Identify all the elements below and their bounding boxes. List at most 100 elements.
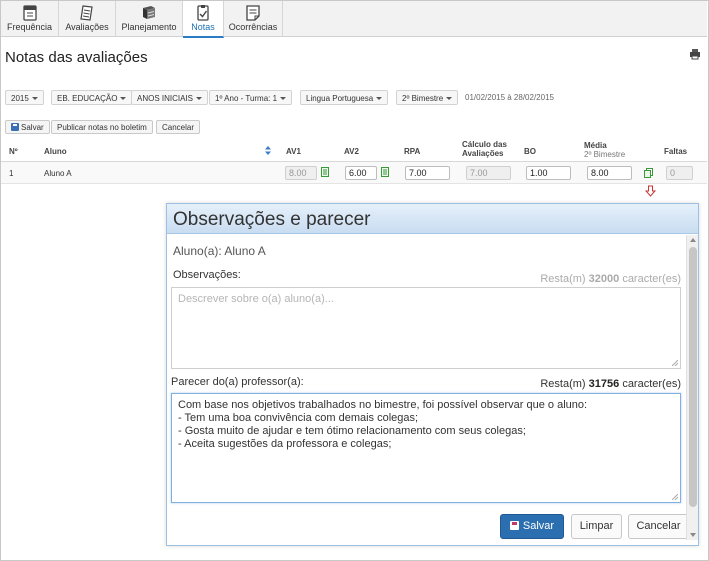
tab-label: Avaliações (65, 22, 109, 32)
subject-select[interactable]: Lingua Portuguesa (300, 90, 389, 105)
scroll-thumb[interactable] (689, 247, 697, 507)
save-button[interactable]: Salvar (5, 120, 50, 134)
notepad-icon (80, 5, 93, 21)
av1-input: 8.00 (285, 166, 317, 180)
student-info: Aluno(a): Aluno A (173, 244, 266, 258)
clipboard-check-icon (197, 5, 209, 21)
resize-grip-icon[interactable] (672, 494, 678, 500)
top-navigation: Frequência Avaliações Planejamento Notas… (1, 1, 707, 38)
tab-ocorrencias[interactable]: Ocorrências (224, 1, 283, 37)
observations-textarea[interactable]: Descrever sobre o(a) aluno(a)... (171, 287, 681, 369)
opinion-line: - Tem uma boa convivência com demais col… (178, 412, 419, 424)
header-calc-line1: Cálculo das (462, 140, 507, 149)
row-student: Aluno A (44, 169, 72, 178)
scroll-up-icon[interactable] (690, 238, 696, 242)
level-select[interactable]: ANOS INICIAIS (131, 90, 209, 105)
resize-grip-icon[interactable] (672, 360, 678, 366)
scroll-down-icon[interactable] (690, 533, 696, 537)
publish-label: Publicar notas no boletim (57, 123, 147, 132)
modal-cancel-button[interactable]: Cancelar (628, 514, 689, 539)
tab-label: Notas (191, 22, 215, 32)
modal-clear-label: Limpar (579, 520, 614, 532)
class-value: 1º Ano - Turma: 1 (215, 94, 278, 103)
modal-save-label: Salvar (522, 520, 555, 532)
sort-icon[interactable] (265, 146, 271, 155)
header-bo: BO (524, 147, 536, 156)
opinion-counter: Resta(m) 31756 caracter(es) (497, 378, 681, 390)
header-average-sub: 2º Bimestre (584, 150, 626, 159)
opinion-line: - Aceita sugestões da professora e coleg… (178, 438, 392, 450)
cancel-label: Cancelar (162, 123, 195, 132)
year-select[interactable]: 2015 (5, 90, 44, 105)
header-av1: AV1 (286, 147, 301, 156)
counter-value: 32000 (588, 273, 620, 285)
header-rpa: RPA (404, 147, 421, 156)
modal-title: Observações e parecer (173, 209, 371, 230)
row-num: 1 (9, 169, 14, 178)
counter-suffix: caracter(es) (622, 378, 681, 390)
class-select[interactable]: 1º Ano - Turma: 1 (209, 90, 293, 105)
modal-scrollbar[interactable] (686, 235, 698, 540)
counter-suffix: caracter(es) (622, 273, 681, 285)
segment-select[interactable]: EB. EDUCAÇÃO (51, 90, 133, 105)
opinion-label: Parecer do(a) professor(a): (171, 376, 304, 388)
save-label: Salvar (21, 123, 44, 132)
counter-value: 31756 (588, 378, 620, 390)
observations-label: Observações: (173, 269, 241, 281)
tab-label: Ocorrências (228, 22, 278, 32)
copy-notes-icon[interactable] (644, 168, 653, 178)
period-value: 2º Bimestre (402, 94, 444, 103)
tab-label: Frequência (6, 22, 53, 32)
modal-cancel-label: Cancelar (636, 520, 681, 532)
segment-value: EB. EDUCAÇÃO (57, 94, 118, 103)
period-select[interactable]: 2º Bimestre (396, 90, 459, 105)
note-lines-icon (246, 5, 260, 21)
observations-modal: Observações e parecer Aluno(a): Aluno A … (166, 203, 699, 546)
note-icon[interactable] (321, 167, 329, 177)
tab-frequencia[interactable]: Frequência (1, 1, 59, 37)
save-icon (11, 123, 19, 131)
observations-counter: Resta(m) 32000 caracter(es) (497, 273, 681, 285)
cancel-button[interactable]: Cancelar (156, 120, 201, 134)
student-name: Aluno A (224, 244, 266, 258)
save-icon (509, 521, 519, 530)
calc-input: 7.00 (466, 166, 511, 180)
counter-prefix: Resta(m) (540, 273, 586, 285)
calendar-icon (22, 5, 37, 21)
bo-input[interactable]: 1.00 (526, 166, 571, 180)
tab-label: Planejamento (121, 22, 177, 32)
opinion-line: - Gosta muito de ajudar e tem ótimo rela… (178, 425, 526, 437)
absences-input: 0 (666, 166, 693, 180)
header-average: Média 2º Bimestre (584, 141, 625, 159)
counter-prefix: Resta(m) (540, 378, 586, 390)
note-icon[interactable] (381, 167, 389, 177)
rpa-input[interactable]: 7.00 (405, 166, 450, 180)
av2-input[interactable]: 6.00 (345, 166, 377, 180)
arrow-down-icon (645, 185, 656, 197)
observations-placeholder: Descrever sobre o(a) aluno(a)... (178, 293, 334, 305)
printer-icon[interactable] (689, 48, 701, 60)
tab-avaliacoes[interactable]: Avaliações (59, 1, 116, 37)
header-num: Nº (9, 147, 18, 156)
books-icon (143, 6, 155, 19)
tab-notas[interactable]: Notas (183, 1, 224, 38)
page-title: Notas das avaliações (5, 49, 148, 66)
header-absences: Faltas (664, 147, 688, 156)
modal-save-button[interactable]: Salvar (500, 514, 564, 539)
student-label: Aluno(a): (173, 244, 222, 258)
opinion-line: Com base nos objetivos trabalhados no bi… (178, 399, 588, 411)
tab-planejamento[interactable]: Planejamento (116, 1, 183, 37)
average-input[interactable]: 8.00 (587, 166, 632, 180)
header-student[interactable]: Aluno (44, 147, 67, 156)
opinion-textarea[interactable]: Com base nos objetivos trabalhados no bi… (171, 393, 681, 503)
modal-clear-button[interactable]: Limpar (571, 514, 622, 539)
publish-button[interactable]: Publicar notas no boletim (51, 120, 153, 134)
modal-header: Observações e parecer (167, 204, 698, 234)
header-average-label: Média (584, 141, 607, 150)
header-calc-line2: Avaliações (462, 149, 504, 158)
year-value: 2015 (11, 94, 29, 103)
level-value: ANOS INICIAIS (137, 94, 194, 103)
header-av2: AV2 (344, 147, 359, 156)
header-calc: Cálculo das Avaliações (462, 140, 507, 158)
subject-value: Lingua Portuguesa (306, 94, 374, 103)
